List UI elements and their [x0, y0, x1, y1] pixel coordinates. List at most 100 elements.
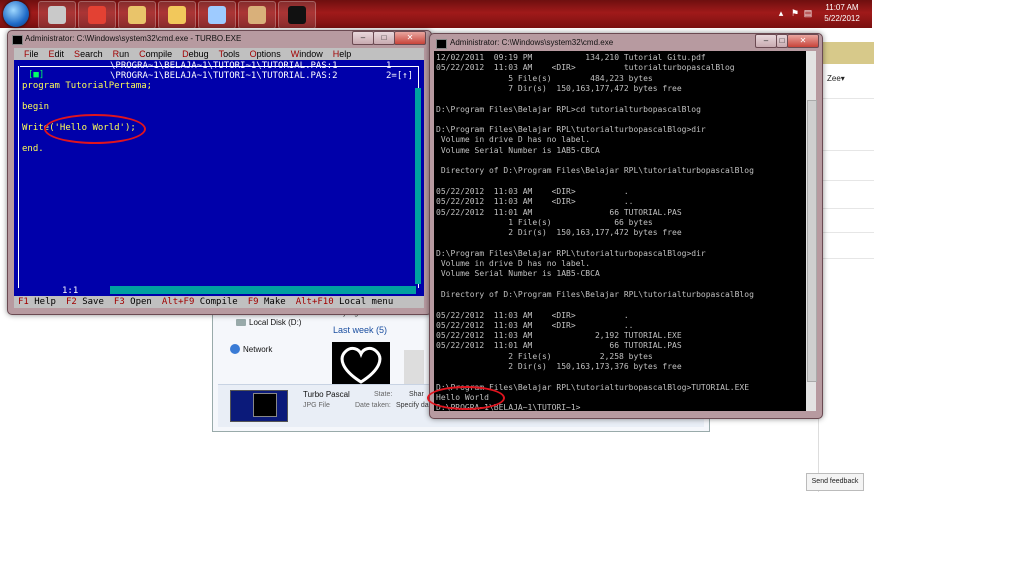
console-line: 05/22/2012 11:03 AM 2,192 TUTORIAL.EXE	[436, 331, 682, 341]
shortcut-key: Alt+F10	[295, 297, 334, 307]
chrome-icon	[88, 6, 106, 24]
menu-item[interactable]: Debug	[182, 48, 209, 60]
console-line: 05/22/2012 11:03 AM <DIR> .	[436, 186, 629, 196]
menu-item[interactable]: Window	[291, 48, 323, 60]
console-line: 5 File(s) 484,223 bytes	[436, 73, 653, 83]
network-icon	[230, 344, 240, 354]
cmd-icon	[436, 39, 447, 49]
status-shortcut[interactable]: Alt+F10 Local menu	[296, 296, 394, 308]
menu-label: elp	[339, 49, 352, 59]
group-last-week[interactable]: Last week (5)	[333, 325, 387, 335]
tools-icon	[128, 6, 146, 24]
console-line: D:\Program Files\Belajar RPL\tutorialtur…	[436, 125, 706, 135]
vertical-scrollbar[interactable]	[415, 88, 421, 284]
details-file-name: Turbo Pascal	[303, 390, 350, 399]
cmd-scroll-thumb[interactable]	[807, 100, 817, 382]
tray-flag-icon[interactable]: ⚑	[790, 8, 800, 18]
divider	[818, 258, 874, 259]
details-date-value[interactable]: Specify da	[396, 402, 429, 409]
console-line: Volume Serial Number is 1AB5-CBCA	[436, 269, 600, 279]
status-shortcut[interactable]: F3 Open	[114, 296, 152, 308]
menu-item[interactable]: Compile	[139, 48, 172, 60]
editor-title-1: \PROGRA~1\BELAJA~1\TUTORI~1\TUTORIAL.PAS…	[110, 61, 338, 71]
shortcut-label: Open	[130, 297, 152, 307]
zee-menu[interactable]: Zee▾	[827, 74, 845, 83]
books-icon	[248, 6, 266, 24]
console-line: 05/22/2012 11:03 AM <DIR> tutorialturbop…	[436, 63, 735, 73]
taskbar-app-button[interactable]	[278, 1, 316, 29]
code-line[interactable]: program TutorialPertama;	[22, 81, 152, 91]
status-shortcut[interactable]: F1 Help	[18, 296, 56, 308]
maximize-button[interactable]: □	[373, 31, 395, 45]
console-line: 12/02/2011 09:19 PM 134,210 Tutorial Git…	[436, 53, 706, 62]
menu-label: indow	[299, 49, 323, 59]
menu-hotkey: O	[249, 49, 257, 59]
menu-item[interactable]: File	[24, 48, 39, 60]
code-line[interactable]: end.	[22, 144, 44, 154]
menu-item[interactable]: Options	[250, 48, 281, 60]
menu-item[interactable]: Help	[333, 48, 352, 60]
shortcut-key: F9	[247, 297, 259, 307]
nav-network[interactable]: Network	[243, 345, 272, 354]
highlight-ring-output	[427, 386, 505, 410]
tray-network-icon[interactable]: ▤	[803, 8, 813, 18]
status-shortcut[interactable]: F9 Make	[248, 296, 286, 308]
tray-arrow-icon[interactable]: ▴	[776, 8, 786, 18]
device-thumbnail[interactable]	[404, 350, 424, 384]
menu-item[interactable]: Edit	[49, 48, 65, 60]
clock-date: 5/22/2012	[824, 14, 860, 23]
console-line: Volume in drive D has no label.	[436, 259, 591, 268]
console-line: 7 Dir(s) 150,163,177,472 bytes free	[436, 83, 682, 93]
turbo-statusbar: F1 Help F2 Save F3 Open Alt+F9 Compile F9 Ma…	[14, 296, 424, 308]
menu-item[interactable]: Run	[113, 48, 130, 60]
taskbar-app-button[interactable]	[38, 1, 76, 29]
winamp-icon	[48, 6, 66, 24]
divider	[818, 208, 874, 209]
console-line: 05/22/2012 11:03 AM <DIR> ..	[436, 320, 634, 330]
taskbar-app-button[interactable]	[118, 1, 156, 29]
shortcut-label: Help	[34, 297, 56, 307]
browser-background	[818, 38, 875, 492]
console-line: Directory of D:\Program Files\Belajar RP…	[436, 166, 754, 176]
console-line: 05/22/2012 11:01 AM 66 TUTORIAL.PAS	[436, 207, 682, 217]
taskbar-app-button[interactable]	[198, 1, 236, 29]
cmd-window-title: Administrator: C:\Windows\system32\cmd.e…	[450, 38, 614, 47]
taskbar-app-button[interactable]	[238, 1, 276, 29]
folder-icon	[168, 6, 186, 24]
menu-label: ebug	[188, 49, 209, 59]
tray-clock[interactable]: 11:07 AM 5/22/2012	[822, 2, 862, 24]
menu-label: ools	[223, 49, 240, 59]
window-close-marker[interactable]: [■]	[28, 70, 44, 80]
code-line[interactable]: begin	[22, 102, 49, 112]
menu-label: ptions	[256, 49, 281, 59]
menu-item[interactable]: Tools	[219, 48, 240, 60]
divider	[818, 150, 874, 151]
divider	[818, 232, 874, 233]
taskbar-app-button[interactable]	[78, 1, 116, 29]
status-shortcut[interactable]: F2 Save	[66, 296, 104, 308]
taskbar-app-button[interactable]	[158, 1, 196, 29]
send-feedback-button[interactable]: Send feedback	[806, 473, 864, 491]
horizontal-scrollbar[interactable]	[110, 286, 416, 294]
editor-title-2: \PROGRA~1\BELAJA~1\TUTORI~1\TUTORIAL.PAS…	[110, 71, 338, 81]
console-line: 2 File(s) 2,258 bytes	[436, 351, 653, 361]
editor-number-2[interactable]: 2=[↑]	[386, 71, 413, 81]
details-date-label: Date taken:	[355, 402, 391, 409]
status-shortcut[interactable]: Alt+F9 Compile	[162, 296, 238, 308]
start-button[interactable]	[3, 1, 29, 27]
nav-local-disk[interactable]: Local Disk (D:)	[249, 318, 301, 327]
heart-thumbnail[interactable]	[332, 342, 390, 386]
cursor-position: 1:1	[62, 286, 79, 296]
shortcut-label: Make	[264, 297, 286, 307]
menu-item[interactable]: Search	[74, 48, 103, 60]
console-line: D:\Program Files\Belajar RPL>cd tutorial…	[436, 104, 701, 114]
minimize-button[interactable]: –	[755, 34, 777, 48]
editor-frame	[18, 66, 19, 288]
close-button[interactable]: ✕	[787, 34, 819, 48]
console-line: 05/22/2012 11:03 AM <DIR> ..	[436, 197, 634, 207]
close-button[interactable]: ✕	[394, 31, 426, 45]
minimize-button[interactable]: –	[352, 31, 374, 45]
shortcut-key: F3	[113, 297, 125, 307]
console-line: Directory of D:\Program Files\Belajar RP…	[436, 289, 754, 299]
cmd-icon	[288, 6, 306, 24]
